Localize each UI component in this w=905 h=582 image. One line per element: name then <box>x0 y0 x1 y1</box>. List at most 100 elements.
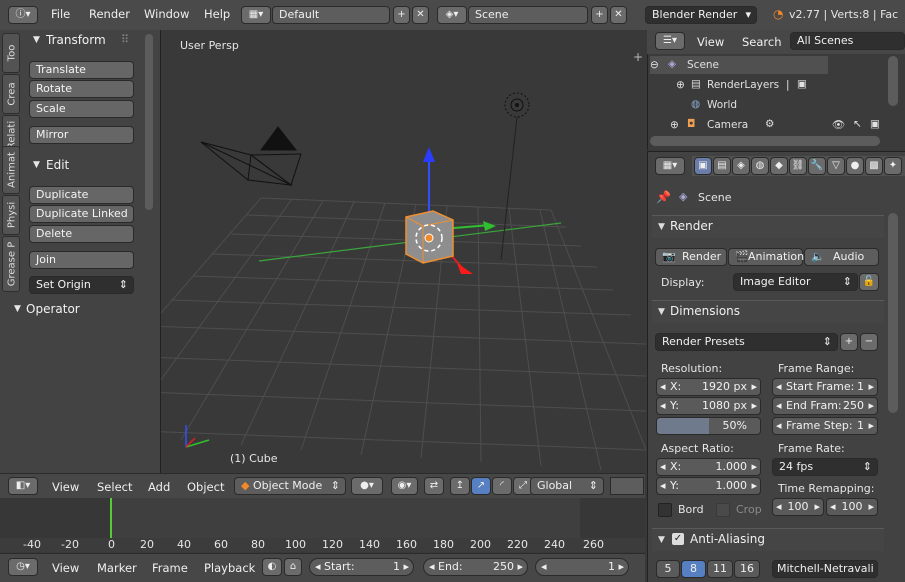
render-tab-icon[interactable]: ▣ <box>694 157 712 175</box>
menu-help[interactable]: Help <box>204 7 230 21</box>
layout-field[interactable]: Default <box>272 6 390 24</box>
start-frame-field[interactable]: ◂ Start: 1 ▸ <box>309 558 414 576</box>
transform-panel-title[interactable]: Transform <box>46 33 106 47</box>
3d-viewport[interactable]: User Persp (1) Cube + <box>160 30 646 473</box>
render-button[interactable]: 📷 Render <box>655 248 727 266</box>
render-layers-tab-icon[interactable]: ▤ <box>713 157 731 175</box>
outliner-search-menu[interactable]: Search <box>742 35 782 49</box>
outliner-hscrollbar[interactable] <box>650 136 880 146</box>
pin-icon[interactable]: 📌 <box>656 190 671 204</box>
selectability-cursor-icon[interactable]: ↖ <box>853 118 862 130</box>
shading-select-icon[interactable]: ●▾ <box>351 477 383 495</box>
editor-type-timeline-icon[interactable]: ◷▾ <box>8 558 38 576</box>
world-tab-icon[interactable]: ◍ <box>751 157 769 175</box>
scale-manipulator-icon[interactable]: ◜ <box>492 477 512 495</box>
transform-collapse-icon[interactable]: ▼ <box>33 35 40 45</box>
viewport-add-region-icon[interactable]: + <box>633 50 643 64</box>
header-view-menu[interactable]: View <box>52 480 79 494</box>
render-engine-select[interactable]: Blender Render ▾ <box>645 6 757 24</box>
timeline-playback-menu[interactable]: Playback <box>204 561 255 575</box>
operator-collapse-icon[interactable]: ▼ <box>14 304 21 314</box>
tab-create[interactable]: Crea <box>2 74 20 114</box>
resolution-percentage-slider[interactable]: 50% <box>656 417 761 435</box>
expand-renderlayers-icon[interactable]: ⊕ <box>676 79 685 91</box>
time-remap-old-field[interactable]: ◂ 100 ▸ <box>772 498 824 516</box>
border-checkbox[interactable] <box>658 503 672 517</box>
object-mode-select[interactable]: ◆ Object Mode ⇕ <box>234 477 346 495</box>
render-section-header[interactable]: ▼ Render <box>652 215 884 238</box>
renderability-camera-icon[interactable]: ▣ <box>870 118 880 130</box>
info-editor-icon[interactable]: ⓘ▾ <box>8 6 38 24</box>
header-add-menu[interactable]: Add <box>148 480 170 494</box>
close-layout-icon[interactable]: ✕ <box>412 6 429 24</box>
add-preset-icon[interactable]: + <box>840 333 858 351</box>
current-frame-field[interactable]: ◂ 1 ▸ <box>535 558 629 576</box>
frame-step-field[interactable]: ◂ Frame Step: 1 ▸ <box>772 417 878 435</box>
translate-manipulator-icon[interactable]: ↥ <box>450 477 470 495</box>
outliner-filter-select[interactable]: All Scenes <box>790 32 905 50</box>
rotate-button[interactable]: Rotate <box>29 80 134 98</box>
outliner-vscrollbar[interactable] <box>888 56 898 106</box>
edit-panel-title[interactable]: Edit <box>46 158 69 172</box>
delete-button[interactable]: Delete <box>29 225 134 243</box>
outliner-item-scene[interactable]: Scene <box>687 59 719 71</box>
header-object-menu[interactable]: Object <box>187 480 224 494</box>
outliner-item-renderlayers[interactable]: RenderLayers <box>707 79 779 91</box>
aa-samples-11[interactable]: 11 <box>707 560 733 578</box>
frame-rate-select[interactable]: 24 fps ⇕ <box>772 458 878 476</box>
scene-selector-icon[interactable]: ◈▾ <box>437 6 467 24</box>
tab-grease-pencil[interactable]: Grease P <box>2 236 20 292</box>
crop-checkbox[interactable] <box>716 503 730 517</box>
translate-button[interactable]: Translate <box>29 61 134 79</box>
aspect-x-field[interactable]: ◂ X: 1.000 ▸ <box>656 458 761 476</box>
outliner-item-world[interactable]: World <box>707 99 737 111</box>
dimensions-section-header[interactable]: ▼ Dimensions <box>652 300 884 323</box>
editor-type-3d-icon[interactable]: ◧▾ <box>8 477 38 495</box>
menu-window[interactable]: Window <box>144 7 189 21</box>
timeline-frame-menu[interactable]: Frame <box>152 561 188 575</box>
mirror-button[interactable]: Mirror <box>29 126 134 144</box>
object-tab-icon[interactable]: ◆ <box>770 157 788 175</box>
close-scene-icon[interactable]: ✕ <box>610 6 627 24</box>
tool-shelf-scrollbar[interactable] <box>145 34 153 210</box>
pivot-select-icon[interactable]: ◉▾ <box>391 477 418 495</box>
aa-filter-select[interactable]: Mitchell-Netravali <box>772 560 878 578</box>
outliner-view-menu[interactable]: View <box>697 35 724 49</box>
display-select[interactable]: Image Editor ⇕ <box>733 273 858 291</box>
aa-samples-8[interactable]: 8 <box>681 560 706 578</box>
operator-panel-title[interactable]: Operator <box>26 302 80 316</box>
resolution-x-field[interactable]: ◂ X: 1920 px ▸ <box>656 378 761 396</box>
duplicate-linked-button[interactable]: Duplicate Linked <box>29 205 134 223</box>
end-frame-field[interactable]: ◂ End: 250 ▸ <box>423 558 528 576</box>
menu-file[interactable]: File <box>51 7 70 21</box>
duplicate-button[interactable]: Duplicate <box>29 186 134 204</box>
add-layout-icon[interactable]: + <box>393 6 410 24</box>
scene-tab-icon[interactable]: ◈ <box>732 157 750 175</box>
add-scene-icon[interactable]: + <box>591 6 608 24</box>
modifiers-tab-icon[interactable]: 🔧 <box>808 157 826 175</box>
lock-icon[interactable]: ⌂ <box>284 558 302 576</box>
screen-layout-icon[interactable]: ▦▾ <box>241 6 271 24</box>
header-select-menu[interactable]: Select <box>97 480 132 494</box>
properties-scrollbar[interactable] <box>888 213 898 413</box>
anti-aliasing-checkbox[interactable]: ✓ <box>672 533 684 545</box>
edit-collapse-icon[interactable]: ▼ <box>33 160 40 170</box>
time-remap-new-field[interactable]: ◂ 100 ▸ <box>826 498 878 516</box>
transform-orientation-select[interactable]: Global ⇕ <box>530 477 604 495</box>
particles-tab-icon[interactable]: ✦ <box>884 157 902 175</box>
expand-camera-icon[interactable]: ⊕ <box>670 119 679 131</box>
current-frame-indicator[interactable] <box>110 498 112 538</box>
record-icon[interactable]: ◐ <box>262 558 282 576</box>
set-origin-select[interactable]: Set Origin ⇕ <box>29 276 134 294</box>
texture-tab-icon[interactable]: ▩ <box>865 157 883 175</box>
data-tab-icon[interactable]: ▽ <box>827 157 845 175</box>
aa-samples-5[interactable]: 5 <box>656 560 680 578</box>
outliner-item-camera[interactable]: Camera <box>707 119 748 131</box>
audio-button[interactable]: 🔈 Audio <box>804 248 879 266</box>
aa-samples-16[interactable]: 16 <box>734 560 760 578</box>
rotate-manipulator-icon[interactable]: ↗ <box>471 477 491 495</box>
manipulator-toggle-icon[interactable]: ⇄ <box>424 477 444 495</box>
anti-aliasing-section-header[interactable]: ▼ ✓ Anti-Aliasing <box>652 528 884 551</box>
scale-button[interactable]: Scale <box>29 100 134 118</box>
menu-render[interactable]: Render <box>89 7 130 21</box>
